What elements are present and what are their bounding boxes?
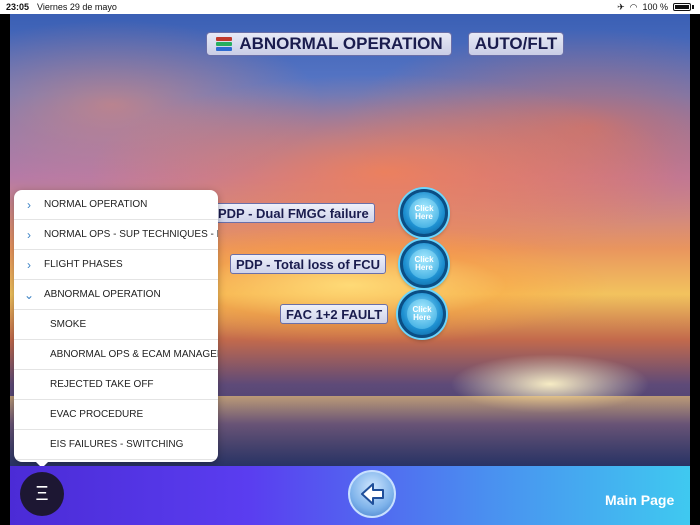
menu-subitem-evac-procedure[interactable]: EVAC PROCEDURE xyxy=(14,400,218,430)
menu-item-flight-phases[interactable]: › FLIGHT PHASES xyxy=(14,250,218,280)
chevron-right-icon: › xyxy=(27,227,31,242)
menu-subitem-smoke[interactable]: SMOKE xyxy=(14,310,218,340)
airplane-mode-icon: ✈ xyxy=(617,1,625,12)
hamburger-icon: Ξ xyxy=(35,482,49,505)
menu-subitem-eis-failures[interactable]: EIS FAILURES - SWITCHING xyxy=(14,430,218,460)
main-page-link[interactable]: Main Page xyxy=(605,492,674,508)
chevron-right-icon: › xyxy=(27,197,31,212)
mode-badge: AUTO/FLT xyxy=(468,32,564,56)
menu-item-normal-ops-sup-techniques[interactable]: › NORMAL OPS - SUP TECHNIQUES - P xyxy=(14,220,218,250)
procedure-label-dual-fmgc: PDP - Dual FMGC failure xyxy=(212,203,375,223)
status-date: Viernes 29 de mayo xyxy=(37,2,117,12)
menu-subitem-rejected-take-off[interactable]: REJECTED TAKE OFF xyxy=(14,370,218,400)
back-button[interactable] xyxy=(348,470,396,518)
menu-item-abnormal-operation[interactable]: ⌄ ABNORMAL OPERATION xyxy=(14,280,218,310)
arrow-left-icon xyxy=(361,483,384,505)
menu-item-normal-operation[interactable]: › NORMAL OPERATION xyxy=(14,190,218,220)
status-bar: 23:05 Viernes 29 de mayo ✈ ◠ 100 % xyxy=(0,0,700,14)
click-here-button-fac-fault[interactable]: Click Here xyxy=(398,290,446,338)
chevron-down-icon: ⌄ xyxy=(23,287,35,302)
book-stack-icon xyxy=(215,35,233,53)
page-title-text: ABNORMAL OPERATION xyxy=(239,34,443,53)
click-here-button-total-loss-fcu[interactable]: Click Here xyxy=(400,240,448,288)
status-time: 23:05 xyxy=(6,2,30,12)
chevron-right-icon: › xyxy=(27,257,31,272)
battery-percent: 100 % xyxy=(642,2,668,12)
menu-subitem-abnormal-ops-ecam[interactable]: ABNORMAL OPS & ECAM MANAGEME xyxy=(14,340,218,370)
menu-toggle-button[interactable]: Ξ xyxy=(20,472,64,516)
status-indicators: ✈ ◠ 100 % xyxy=(617,2,694,13)
page-title: ABNORMAL OPERATION xyxy=(206,32,452,56)
side-menu: › NORMAL OPERATION › NORMAL OPS - SUP TE… xyxy=(14,190,218,462)
procedure-label-fac-fault: FAC 1+2 FAULT xyxy=(280,304,389,324)
battery-icon xyxy=(673,3,691,11)
wifi-icon: ◠ xyxy=(629,1,638,12)
click-here-button-dual-fmgc[interactable]: Click Here xyxy=(400,189,448,237)
procedure-label-total-loss-fcu: PDP - Total loss of FCU xyxy=(230,254,386,274)
